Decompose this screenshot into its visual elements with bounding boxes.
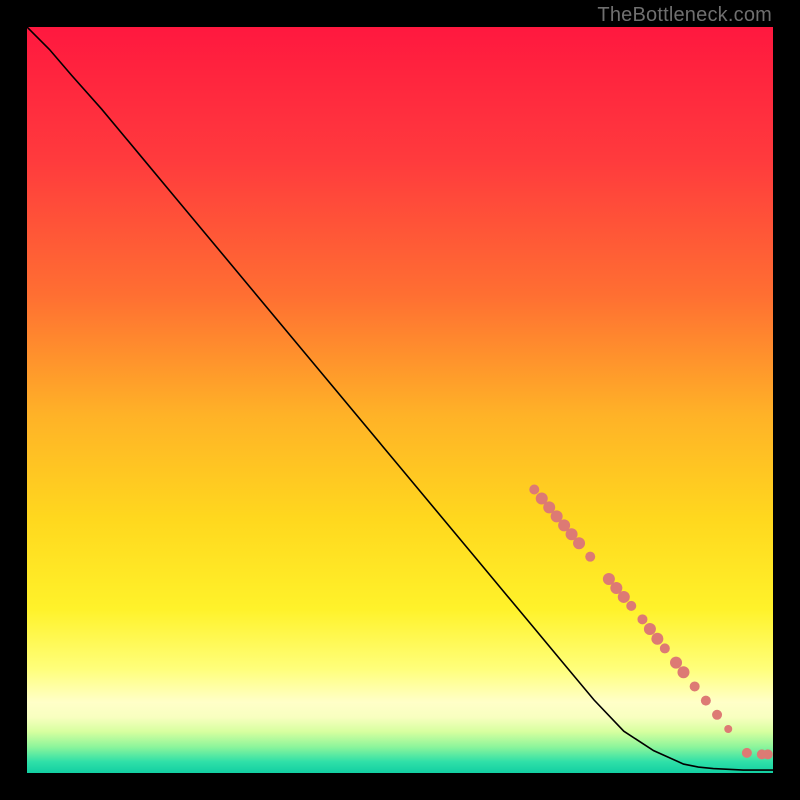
chart-marker: [677, 666, 689, 678]
chart-marker: [712, 710, 722, 720]
chart-marker: [651, 633, 663, 645]
chart-marker: [701, 696, 711, 706]
chart-marker: [670, 657, 682, 669]
chart-marker: [585, 552, 595, 562]
chart-marker: [644, 623, 656, 635]
chart-marker: [618, 591, 630, 603]
chart-marker: [529, 485, 539, 495]
chart-marker: [660, 643, 670, 653]
chart-plot-area: [27, 27, 773, 773]
chart-marker: [690, 681, 700, 691]
chart-marker: [573, 537, 585, 549]
chart-stage: TheBottleneck.com: [0, 0, 800, 800]
watermark-text: TheBottleneck.com: [597, 4, 772, 27]
chart-marker: [742, 748, 752, 758]
chart-marker: [724, 725, 732, 733]
chart-marker: [763, 749, 773, 759]
chart-background-gradient: [27, 27, 773, 773]
chart-marker: [626, 601, 636, 611]
chart-marker: [637, 614, 647, 624]
chart-svg: [27, 27, 773, 773]
